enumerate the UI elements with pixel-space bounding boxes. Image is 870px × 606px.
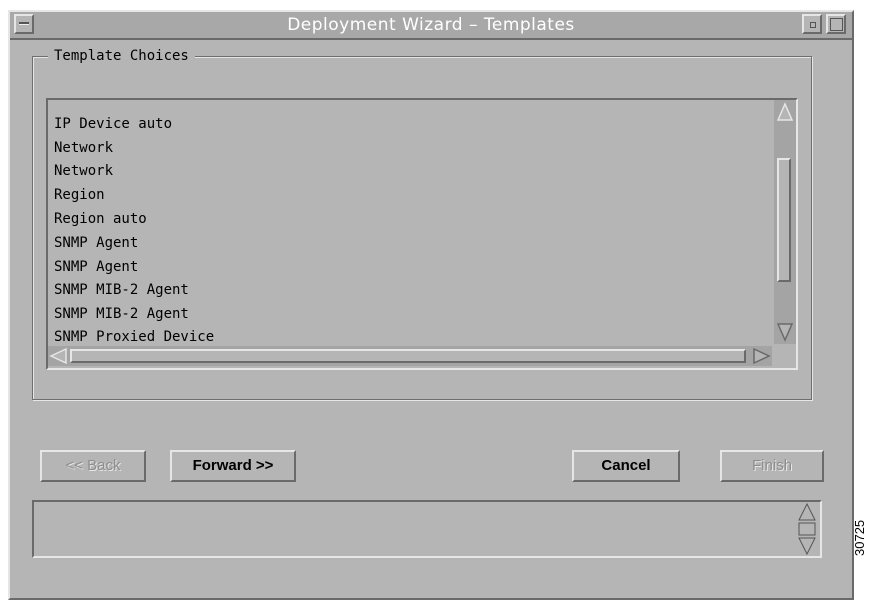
horizontal-scroll-thumb[interactable] xyxy=(70,349,746,363)
vertical-scrollbar[interactable] xyxy=(774,100,796,344)
finish-button[interactable]: Finish xyxy=(720,450,824,482)
status-spin-control[interactable] xyxy=(796,502,818,556)
scroll-up-arrow-icon xyxy=(776,102,794,121)
horizontal-scrollbar[interactable] xyxy=(48,346,772,366)
scroll-left-arrow-icon xyxy=(49,347,67,365)
list-item[interactable]: Network xyxy=(54,140,113,156)
scroll-right-arrow-icon xyxy=(753,347,771,365)
status-scroll-icon[interactable] xyxy=(796,502,818,556)
cancel-button[interactable]: Cancel xyxy=(572,450,680,482)
forward-button[interactable]: Forward >> xyxy=(170,450,296,482)
list-item[interactable]: Region xyxy=(54,187,105,203)
title-bar[interactable]: Deployment Wizard – Templates xyxy=(10,12,852,40)
list-item[interactable]: Region auto xyxy=(54,211,147,227)
list-item[interactable]: SNMP Proxied Device xyxy=(54,329,214,344)
list-item[interactable]: SNMP Agent xyxy=(54,235,138,251)
vertical-scroll-thumb[interactable] xyxy=(777,158,791,282)
back-button[interactable]: << Back xyxy=(40,450,146,482)
maximize-button[interactable] xyxy=(826,14,846,34)
list-item[interactable]: SNMP MIB-2 Agent xyxy=(54,282,189,298)
window-title: Deployment Wizard – Templates xyxy=(287,15,575,35)
minimize-button[interactable] xyxy=(802,14,822,34)
list-item[interactable]: IP Device auto xyxy=(54,116,172,132)
group-label: Template Choices xyxy=(48,48,195,64)
figure-code: 30725 xyxy=(852,519,867,556)
list-item[interactable]: Network xyxy=(54,163,113,179)
template-list[interactable]: IP Device auto Network Network Region Re… xyxy=(48,100,772,344)
status-message-area xyxy=(32,500,822,558)
list-item[interactable]: SNMP MIB-2 Agent xyxy=(54,306,189,322)
list-item[interactable]: SNMP Agent xyxy=(54,259,138,275)
scroll-down-arrow-icon xyxy=(776,323,794,342)
